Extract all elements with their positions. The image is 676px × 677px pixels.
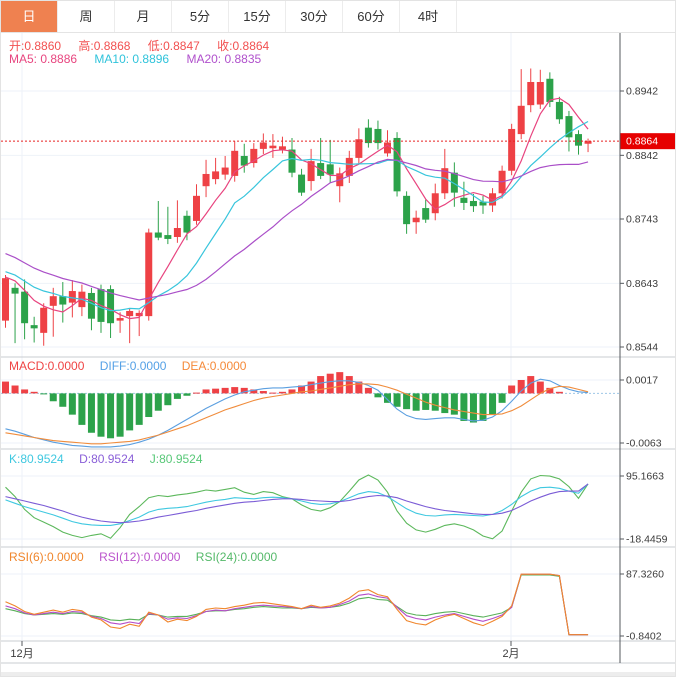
rsi12-value: RSI(12):0.0000 [99, 550, 180, 564]
svg-text:0.0017: 0.0017 [626, 375, 658, 387]
svg-text:87.3260: 87.3260 [626, 569, 664, 581]
svg-text:-0.0063: -0.0063 [626, 438, 662, 450]
chart-canvas[interactable]: 0.8942 0.8842 0.8743 0.8643 0.8544 0.8864 0.00… [1, 1, 676, 677]
macd-value: MACD:0.0000 [9, 359, 84, 373]
rsi6-value: RSI(6):0.0000 [9, 550, 84, 564]
macd-readout: MACD:0.0000 DIFF:0.0000 DEA:0.0000 [9, 359, 258, 373]
ma20-value: MA20: 0.8835 [186, 52, 261, 66]
d-value: D:80.9524 [79, 452, 134, 466]
svg-text:95.1663: 95.1663 [626, 471, 664, 483]
tab-15min[interactable]: 15分 [229, 1, 286, 32]
ma-readout: MA5: 0.8886 MA10: 0.8896 MA20: 0.8835 [9, 52, 275, 66]
timeframe-tabbar: 日 周 月 5分 15分 30分 60分 4时 [1, 1, 675, 33]
svg-text:0.8842: 0.8842 [626, 150, 658, 162]
svg-text:0.8743: 0.8743 [626, 214, 658, 226]
low-value: 低:0.8847 [148, 39, 200, 53]
svg-text:2月: 2月 [502, 648, 519, 660]
k-value: K:80.9524 [9, 452, 64, 466]
dea-value: DEA:0.0000 [182, 359, 247, 373]
close-value: 收:0.8864 [217, 39, 269, 53]
svg-text:0.8544: 0.8544 [626, 342, 658, 354]
ma5-value: MA5: 0.8886 [9, 52, 77, 66]
diff-value: DIFF:0.0000 [100, 359, 167, 373]
tab-week[interactable]: 周 [58, 1, 115, 32]
svg-text:0.8942: 0.8942 [626, 86, 658, 98]
tab-60min[interactable]: 60分 [343, 1, 400, 32]
tab-month[interactable]: 月 [115, 1, 172, 32]
svg-text:12月: 12月 [10, 648, 33, 660]
tab-day[interactable]: 日 [1, 1, 58, 32]
high-value: 高:0.8868 [78, 39, 130, 53]
svg-text:0.8643: 0.8643 [626, 278, 658, 290]
bottom-strip [1, 672, 675, 676]
open-value: 开:0.8860 [9, 39, 61, 53]
tab-30min[interactable]: 30分 [286, 1, 343, 32]
svg-text:-18.4459: -18.4459 [626, 534, 668, 546]
tab-4hour[interactable]: 4时 [400, 1, 457, 32]
tab-5min[interactable]: 5分 [172, 1, 229, 32]
rsi24-value: RSI(24):0.0000 [196, 550, 277, 564]
rsi-readout: RSI(6):0.0000 RSI(12):0.0000 RSI(24):0.0… [9, 550, 289, 564]
chart-widget: 0.8942 0.8842 0.8743 0.8643 0.8544 0.8864 0.00… [0, 0, 676, 677]
ma10-value: MA10: 0.8896 [94, 52, 169, 66]
svg-text:0.8864: 0.8864 [626, 136, 658, 148]
j-value: J:80.9524 [150, 452, 203, 466]
kdj-readout: K:80.9524 D:80.9524 J:80.9524 [9, 452, 215, 466]
